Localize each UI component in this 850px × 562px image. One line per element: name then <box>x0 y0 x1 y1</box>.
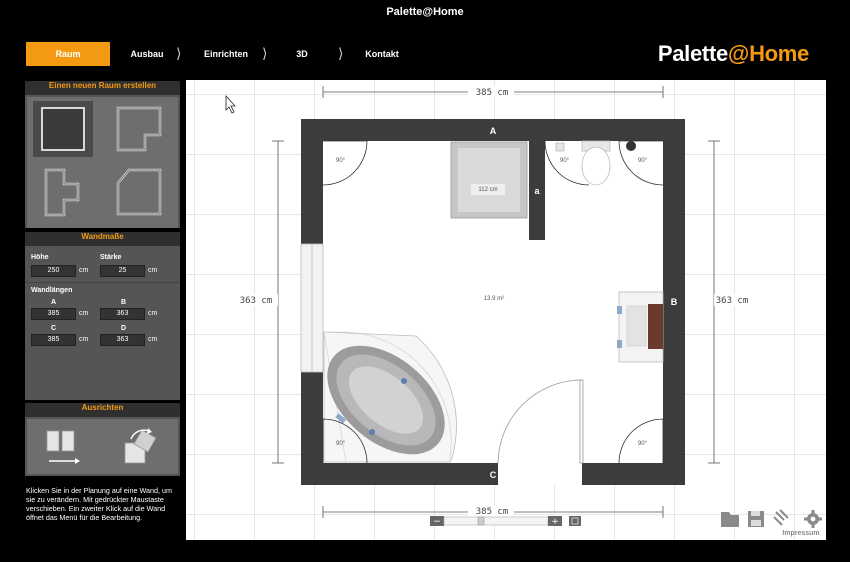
wall-a-label: A <box>51 299 57 306</box>
align-tools <box>27 419 178 474</box>
app-frame: Raum Ausbau ⟩ Einrichten ⟩ 3D ⟩ Kontakt … <box>24 38 827 541</box>
wall-c-input[interactable]: 385 <box>31 334 76 346</box>
align-rotate-button[interactable] <box>119 425 163 469</box>
tab-einrichten[interactable]: Einrichten <box>196 42 256 66</box>
align-title: Ausrichten <box>25 403 180 417</box>
wall-dimensions-title: Wandmaße <box>25 232 180 246</box>
wall-c-label: C <box>490 470 497 480</box>
wall-b-label: B <box>121 299 127 306</box>
align-rotate-icon <box>124 428 157 464</box>
chevron-right-icon: ⟩ <box>176 46 182 62</box>
mouse-cursor-icon <box>225 94 236 114</box>
wall-d-unit: cm <box>148 336 158 343</box>
thickness-unit: cm <box>148 267 158 274</box>
wall-a-unit: cm <box>79 310 89 317</box>
wall-b-unit: cm <box>148 310 158 317</box>
angle-label: 90° <box>336 441 346 447</box>
angle-label: 90° <box>638 158 648 164</box>
room-shape-angled[interactable] <box>109 165 169 221</box>
thickness-input[interactable]: 25 <box>100 265 145 277</box>
save-icon[interactable] <box>748 511 764 527</box>
tab-raum[interactable]: Raum <box>26 42 110 66</box>
washbasin-cabinet <box>648 304 663 349</box>
zoom-fit-button[interactable] <box>569 516 581 526</box>
door-opening[interactable] <box>498 463 582 485</box>
align-panel: Ausrichten <box>25 403 180 476</box>
chevron-right-icon: ⟩ <box>338 46 344 62</box>
floor-drain <box>626 141 636 151</box>
zoom-in-label: + <box>551 517 559 527</box>
align-move-icon <box>46 430 80 464</box>
floor-plan: 385 cm 385 cm 363 cm 363 cm A B C a 112 … <box>225 86 822 537</box>
new-room-title: Einen neuen Raum erstellen <box>25 81 180 95</box>
height-label: Höhe <box>31 254 49 261</box>
wall-d-input[interactable]: 363 <box>100 334 145 346</box>
dimension-right: 363 cm <box>716 296 749 306</box>
shower-size: 112 cm <box>478 187 497 193</box>
impressum-link[interactable]: Impressum <box>782 530 819 537</box>
wall-b-input[interactable]: 363 <box>100 308 145 320</box>
dimension-left: 363 cm <box>240 296 273 306</box>
wall-d-label: D <box>121 325 127 332</box>
angle-label: 90° <box>560 158 570 164</box>
tab-3d[interactable]: 3D <box>282 42 322 66</box>
room-area: 13.9 m² <box>484 296 504 302</box>
gear-icon[interactable] <box>804 510 822 528</box>
dimension-top: 385 cm <box>476 88 509 98</box>
divider <box>25 282 180 283</box>
room-shape-l-shape[interactable] <box>33 165 93 221</box>
room-shape-square[interactable] <box>33 101 93 157</box>
window-title: Palette@Home <box>386 6 464 18</box>
brand-logo: Palette@Home <box>657 41 809 66</box>
tab-kontakt[interactable]: Kontakt <box>358 42 406 66</box>
wall-b-label: B <box>671 297 678 307</box>
zoom-slider[interactable] <box>443 516 549 526</box>
wall-c-label: C <box>51 325 57 332</box>
help-text: Klicken Sie in der Planung auf eine Wand… <box>26 486 172 522</box>
height-input[interactable]: 250 <box>31 265 76 277</box>
main-navigation: Raum Ausbau ⟩ Einrichten ⟩ 3D ⟩ Kontakt … <box>24 38 827 80</box>
zoom-out-label: − <box>433 517 441 527</box>
folder-icon[interactable] <box>721 512 739 527</box>
room-shape-cut-corner[interactable] <box>109 101 169 157</box>
zoom-control[interactable]: − + <box>430 516 581 527</box>
align-move-button[interactable] <box>41 425 85 469</box>
wall-c-unit: cm <box>79 336 89 343</box>
tab-ausbau[interactable]: Ausbau <box>118 42 176 66</box>
impressum-icon[interactable] <box>773 509 789 526</box>
floor-plan-canvas[interactable]: 385 cm 385 cm 363 cm 363 cm A B C a 112 … <box>186 80 826 540</box>
height-unit: cm <box>79 267 89 274</box>
angle-label: 90° <box>336 158 346 164</box>
thickness-label: Stärke <box>100 254 122 261</box>
wall-a-label: A <box>490 126 497 136</box>
room-shape-grid <box>27 97 178 228</box>
wall-lengths-label: Wandlängen <box>31 287 73 294</box>
angle-label: 90° <box>638 441 648 447</box>
dimension-bottom: 385 cm <box>476 507 509 517</box>
new-room-panel: Einen neuen Raum erstellen <box>25 81 180 228</box>
door-leaf <box>579 379 584 464</box>
chevron-right-icon: ⟩ <box>262 46 268 62</box>
wall-a-input[interactable]: 385 <box>31 308 76 320</box>
wall-dimensions-panel: Wandmaße Höhe Stärke 250 cm 25 cm Wandlä… <box>25 232 180 400</box>
zoom-slider-handle[interactable] <box>477 516 485 526</box>
